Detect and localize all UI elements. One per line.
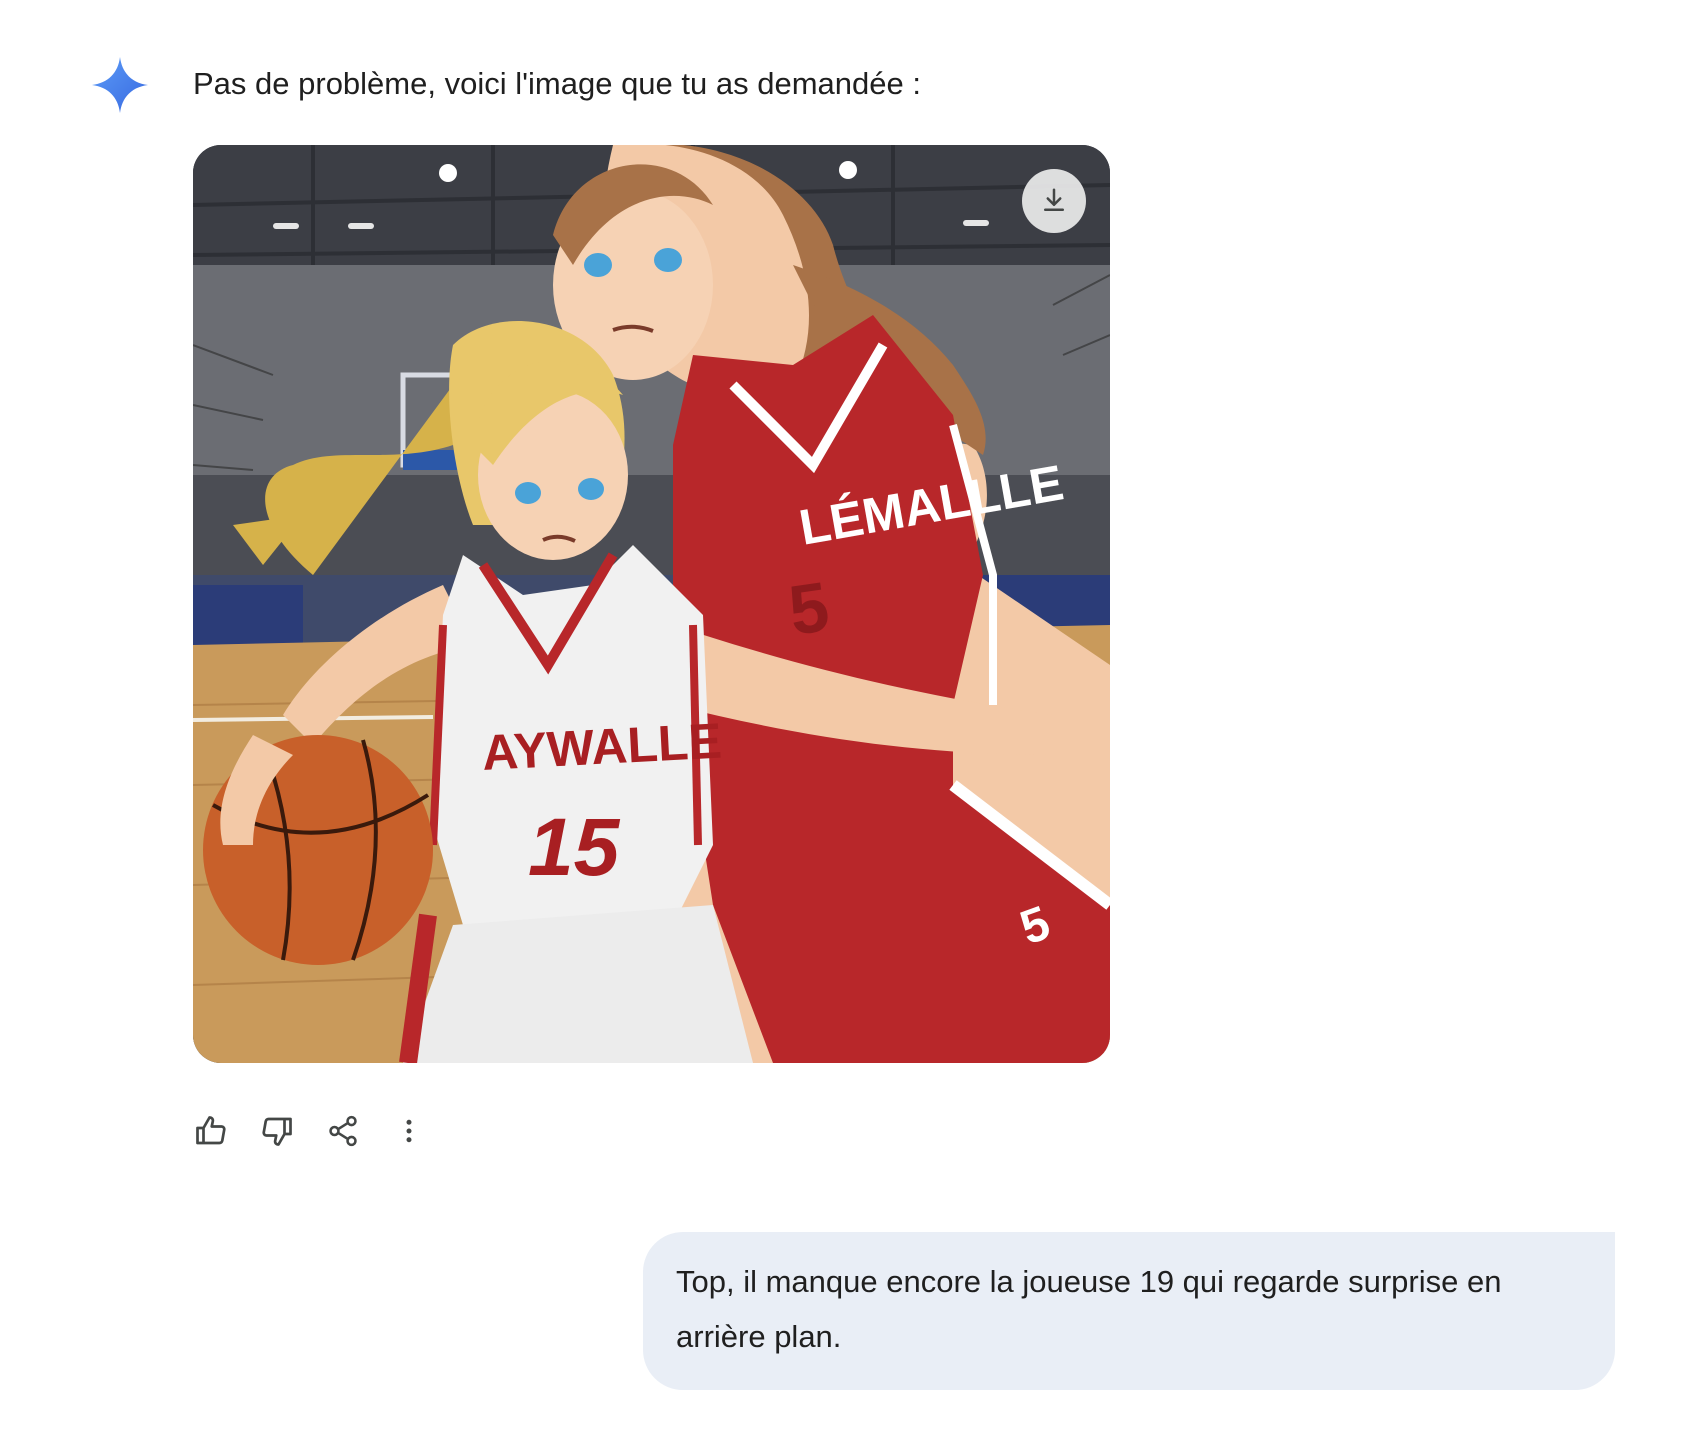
more-options-button[interactable] — [388, 1110, 430, 1152]
thumbs-down-button[interactable] — [256, 1110, 298, 1152]
download-button[interactable] — [1022, 169, 1086, 233]
generated-image[interactable]: LÉMALLLE 5 5 AYWALLE 15 — [193, 145, 1110, 1063]
user-message-bubble: Top, il manque encore la joueuse 19 qui … — [643, 1232, 1615, 1390]
gemini-sparkle-icon — [90, 55, 150, 115]
thumbs-up-button[interactable] — [190, 1110, 232, 1152]
thumbs-down-icon — [262, 1117, 292, 1146]
download-icon — [1044, 188, 1064, 211]
share-icon — [329, 1115, 357, 1147]
assistant-message: Pas de problème, voici l'image que tu as… — [193, 66, 921, 101]
chat-page: Pas de problème, voici l'image que tu as… — [0, 0, 1698, 1448]
more-vert-icon — [406, 1119, 412, 1143]
user-message: Top, il manque encore la joueuse 19 qui … — [676, 1264, 1502, 1354]
jersey-front-number: 15 — [528, 802, 621, 893]
response-actions — [190, 1110, 430, 1152]
thumbs-up-icon — [196, 1116, 226, 1145]
share-button[interactable] — [322, 1110, 364, 1152]
image-illustration: LÉMALLLE 5 5 AYWALLE 15 — [193, 145, 1110, 1063]
